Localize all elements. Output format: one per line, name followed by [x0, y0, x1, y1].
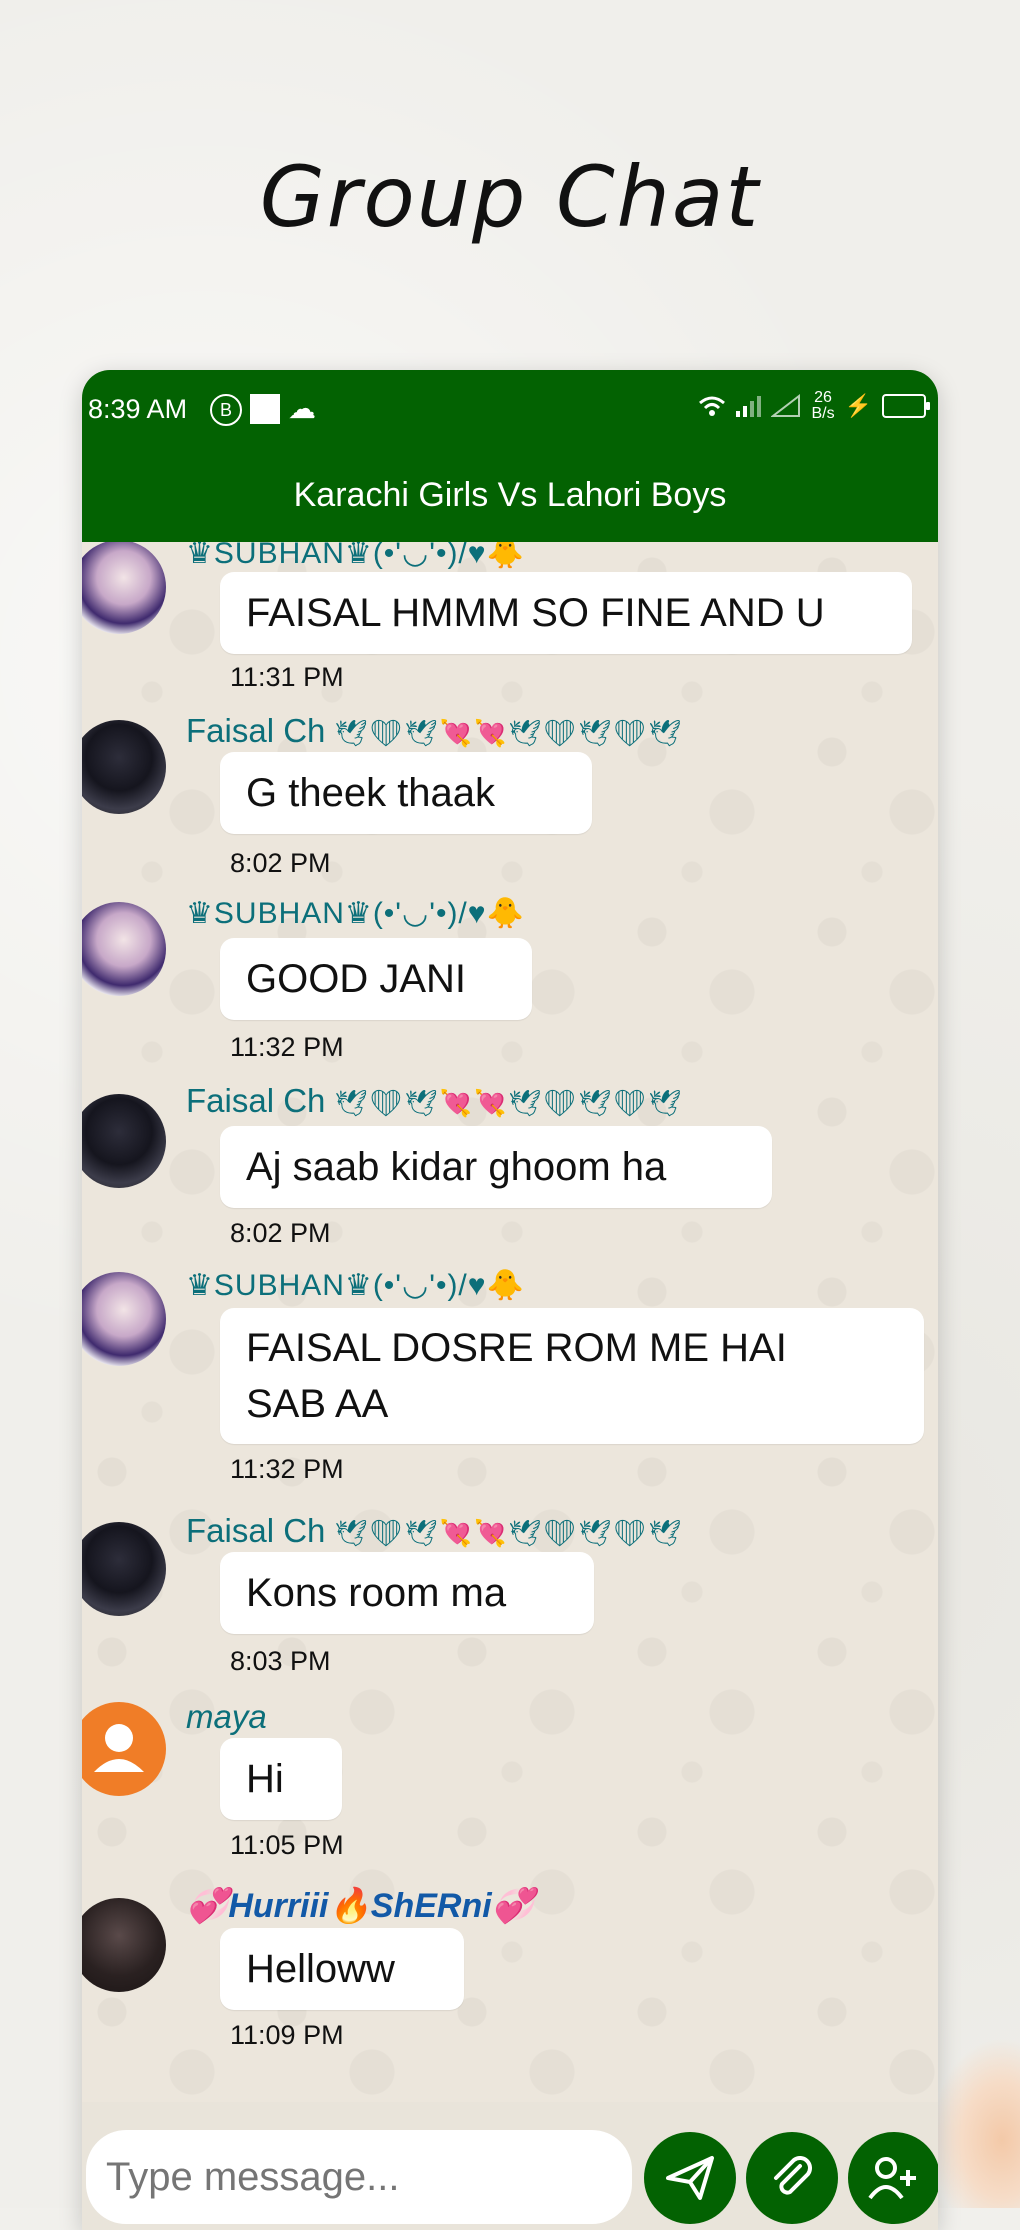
wifi-icon	[699, 396, 726, 416]
message-time: 11:05 PM	[230, 1830, 344, 1860]
status-bar: 8:39 AM B ☁ 26 B/s ⚡	[82, 370, 938, 448]
sender-name: Faisal Ch 🕊❤🕊💘💘🕊❤🕊❤🕊	[186, 1082, 683, 1120]
attach-button[interactable]	[746, 2132, 838, 2224]
message-time: 8:02 PM	[230, 848, 331, 878]
avatar[interactable]	[82, 1094, 166, 1188]
sender-name: ♛SUBHAN♛(•'◡'•)/♥🐥	[186, 1269, 525, 1302]
notification-square-icon	[250, 394, 280, 424]
avatar[interactable]	[82, 542, 166, 634]
cloud-icon: ☁	[288, 393, 316, 424]
message-time: 11:31 PM	[230, 662, 344, 692]
message-bubble[interactable]: G theek thaak	[220, 752, 592, 834]
sender-emoji: 🕊❤🕊💘💘🕊❤🕊❤🕊	[334, 1088, 684, 1118]
sender-name-text: Faisal Ch	[186, 1512, 326, 1549]
message-time: 11:09 PM	[230, 2020, 344, 2050]
avatar[interactable]	[82, 720, 166, 814]
default-person-icon	[94, 1724, 144, 1772]
message-bubble[interactable]: Hi	[220, 1738, 342, 1820]
message-bubble[interactable]: GOOD JANI	[220, 938, 532, 1020]
message-bubble[interactable]: Kons room ma	[220, 1552, 594, 1634]
charging-icon: ⚡	[844, 393, 872, 418]
b-icon: B	[210, 394, 242, 426]
message-input[interactable]	[86, 2130, 632, 2224]
battery-icon	[882, 394, 930, 418]
avatar[interactable]	[82, 1522, 166, 1616]
avatar[interactable]	[82, 1898, 166, 1992]
decorative-splash	[930, 2038, 1020, 2208]
add-user-icon	[868, 2157, 916, 2200]
signal-icon	[736, 395, 762, 417]
app-bar-title: Karachi Girls Vs Lahori Boys	[82, 448, 938, 542]
send-button[interactable]	[644, 2132, 736, 2224]
message-bubble[interactable]: FAISAL HMMM SO FINE AND U	[220, 572, 912, 654]
sender-name-text: Faisal Ch	[186, 1082, 326, 1119]
status-right: 26 B/s ⚡	[698, 390, 930, 422]
input-bar	[82, 2102, 938, 2230]
message-time: 8:02 PM	[230, 1218, 331, 1248]
send-icon	[666, 2156, 714, 2200]
speed-value: 26	[814, 389, 832, 406]
speed-unit: B/s	[811, 405, 835, 422]
message-bubble[interactable]: FAISAL DOSRE ROM ME HAI SAB AA	[220, 1308, 924, 1444]
phone-frame: 8:39 AM B ☁ 26 B/s ⚡ Karachi Girls Vs La…	[82, 370, 938, 2230]
chat-list[interactable]: ♛SUBHAN♛(•'◡'•)/♥🐥 FAISAL HMMM SO FINE A…	[82, 542, 938, 2102]
message-time: 11:32 PM	[230, 1454, 344, 1484]
message-bubble[interactable]: Aj saab kidar ghoom ha	[220, 1126, 772, 1208]
sender-name: 💞Hurriii🔥ShERni💞	[186, 1887, 535, 1925]
sender-name: ♛SUBHAN♛(•'◡'•)/♥🐥	[186, 542, 525, 570]
paperclip-icon	[774, 2156, 812, 2195]
network-speed: 26 B/s	[811, 390, 834, 422]
status-time: 8:39 AM	[88, 394, 188, 424]
sender-emoji: 🕊❤🕊💘💘🕊❤🕊❤🕊	[334, 718, 684, 748]
sender-name: Faisal Ch 🕊❤🕊💘💘🕊❤🕊❤🕊	[186, 1512, 683, 1550]
signal-empty-icon	[771, 394, 801, 417]
sender-name: maya	[186, 1698, 267, 1735]
message-bubble[interactable]: Helloww	[220, 1928, 464, 2010]
sender-name: Faisal Ch 🕊❤🕊💘💘🕊❤🕊❤🕊	[186, 712, 683, 750]
sender-emoji: 🕊❤🕊💘💘🕊❤🕊❤🕊	[334, 1518, 684, 1548]
sender-name-text: Faisal Ch	[186, 712, 326, 749]
avatar[interactable]	[82, 1272, 166, 1366]
add-user-button[interactable]	[848, 2132, 938, 2224]
page-heading: Group Chat	[259, 148, 761, 246]
sender-name: ♛SUBHAN♛(•'◡'•)/♥🐥	[186, 897, 525, 930]
avatar[interactable]	[82, 1702, 166, 1796]
message-time: 8:03 PM	[230, 1646, 331, 1676]
avatar[interactable]	[82, 902, 166, 996]
message-time: 11:32 PM	[230, 1032, 344, 1062]
